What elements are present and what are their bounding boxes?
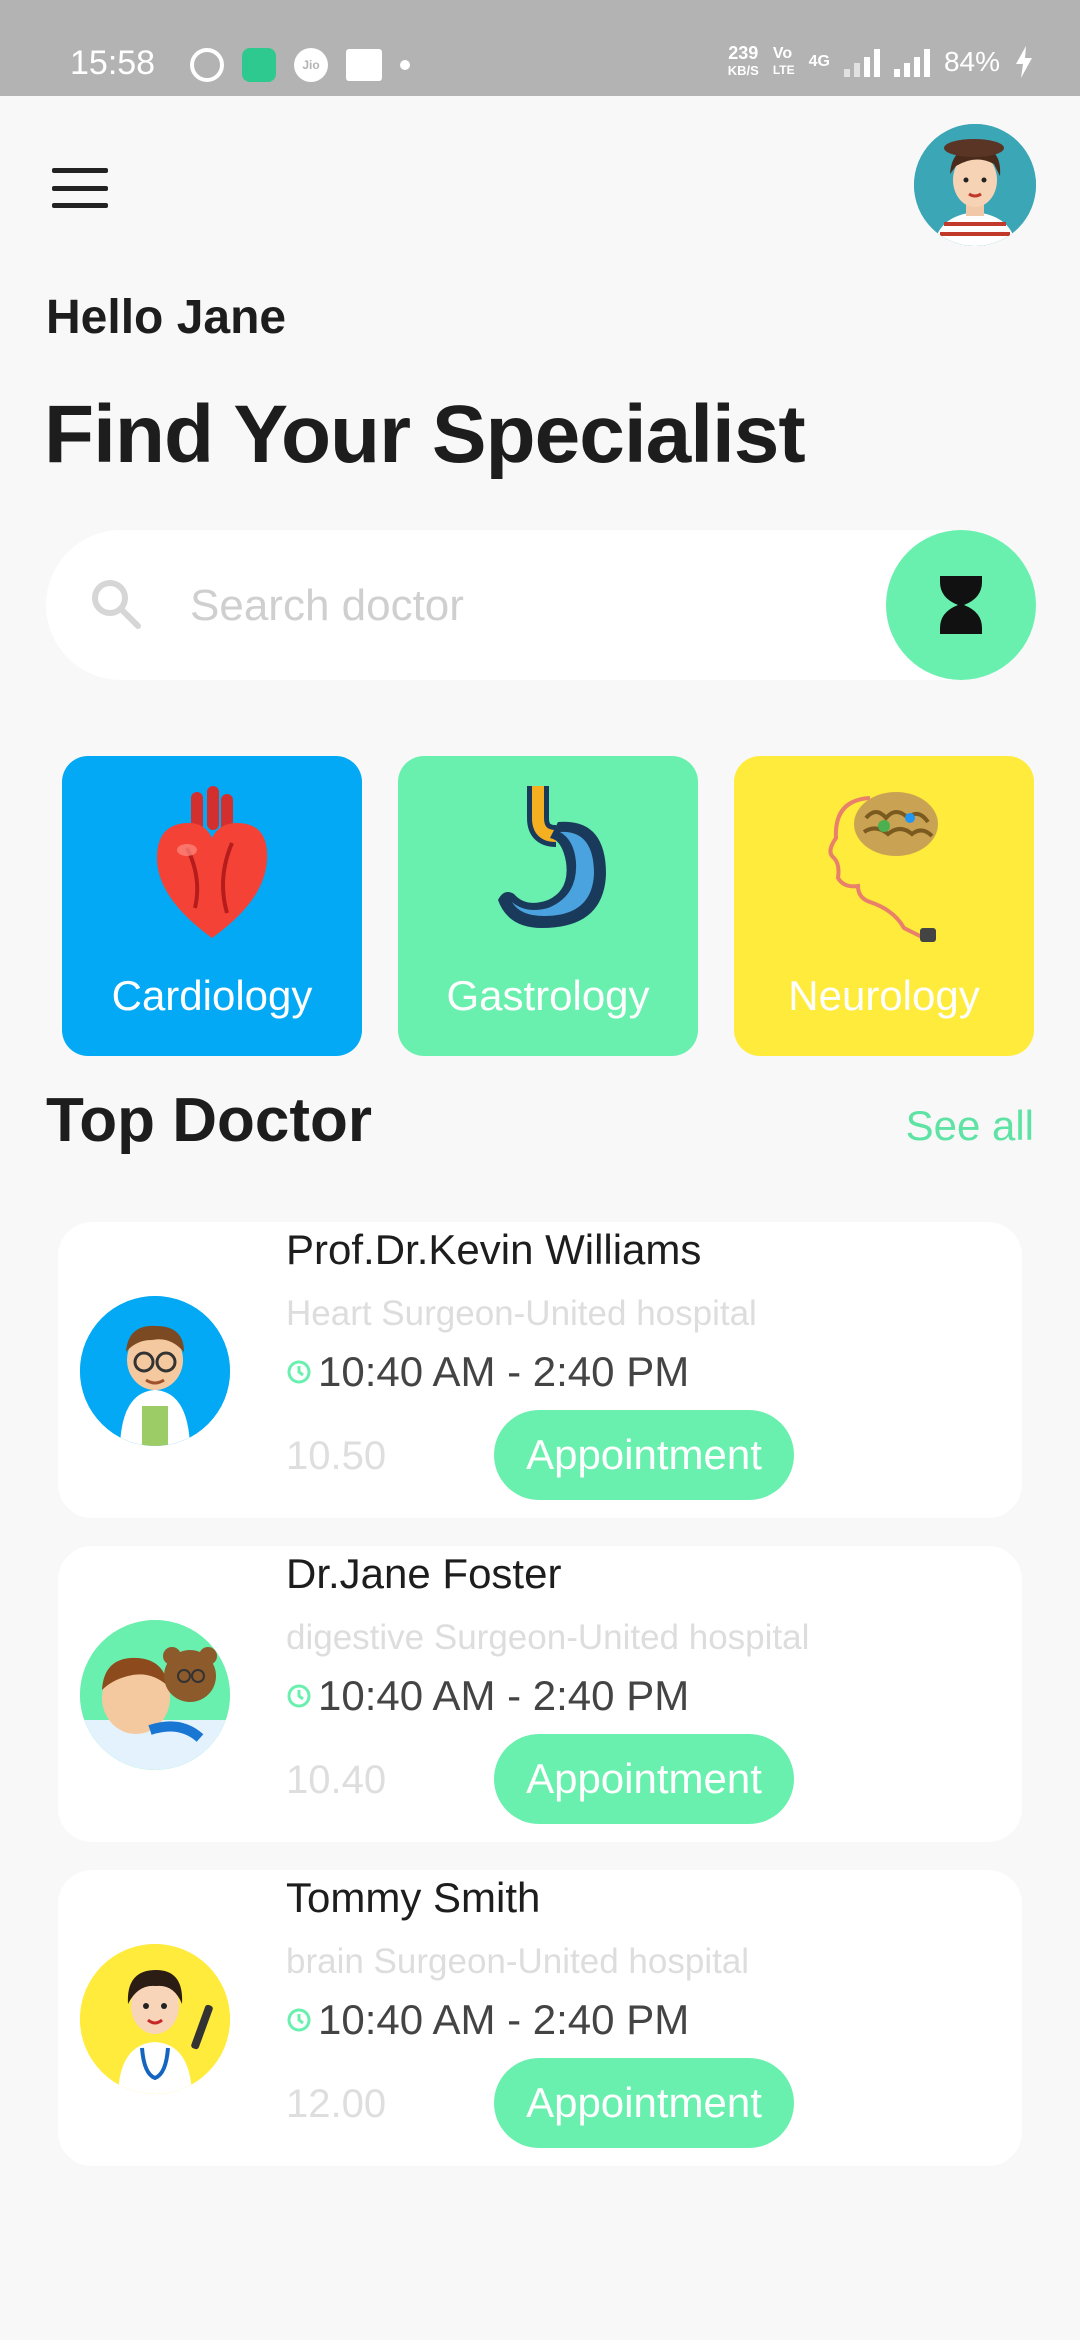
search-input[interactable]: [188, 570, 892, 642]
status-bar: 15:58 Jio 239 KB/S Vo LTE 4G 84%: [0, 0, 1080, 96]
category-neurology[interactable]: Neurology: [734, 756, 1034, 1056]
heart-icon: [157, 786, 268, 938]
hours-text: 10:40 AM - 2:40 PM: [318, 1672, 690, 1719]
appointment-button[interactable]: Appointment: [494, 2058, 794, 2148]
battery-level: 84%: [943, 46, 1000, 77]
status-time: 15:58: [70, 44, 156, 82]
doctor-specialty: digestive Surgeon-United hospital: [286, 1618, 810, 1657]
doctor-avatar: [80, 1620, 230, 1770]
appointment-button[interactable]: Appointment: [494, 1734, 794, 1824]
doctor-card[interactable]: Dr.Jane Foster digestive Surgeon-United …: [58, 1546, 1022, 1842]
network-type: 4G: [808, 53, 830, 70]
category-cardiology[interactable]: Cardiology: [62, 756, 362, 1056]
category-label: Gastrology: [446, 972, 650, 1019]
doctor-hours: 10:40 AM - 2:40 PM: [286, 1348, 689, 1396]
notification-icons: Jio: [190, 48, 410, 82]
doctor-hours: 10:40 AM - 2:40 PM: [286, 1996, 689, 2044]
hours-text: 10:40 AM - 2:40 PM: [318, 1348, 690, 1395]
whatsapp-icon: [190, 48, 224, 82]
jio-icon: Jio: [294, 48, 328, 82]
doctor-price: 12.00: [286, 2082, 387, 2126]
clock-icon: [287, 1360, 311, 1384]
signal-icon: [843, 47, 880, 77]
search-icon: [92, 580, 141, 629]
doctor-avatar: [80, 1296, 230, 1446]
doctor-price: 10.50: [286, 1434, 387, 1478]
charging-icon: [1016, 46, 1032, 78]
woman-avatar-icon: [914, 124, 1036, 246]
child-patient-icon: [80, 1620, 230, 1770]
see-all-link[interactable]: See all: [906, 1102, 1034, 1150]
doctor-avatar: [80, 1944, 230, 2094]
clock-icon: [287, 1684, 311, 1708]
stomach-icon: [498, 786, 606, 928]
hours-text: 10:40 AM - 2:40 PM: [318, 1996, 690, 2043]
doctor-specialty: Heart Surgeon-United hospital: [286, 1294, 757, 1333]
doctor-card[interactable]: Tommy Smith brain Surgeon-United hospita…: [58, 1870, 1022, 2166]
female-doctor-icon: [80, 1944, 230, 2094]
clock-icon: [287, 2008, 311, 2032]
status-indicators: 239 KB/S Vo LTE 4G 84%: [728, 44, 1034, 80]
network-speed: 239 KB/S: [727, 43, 759, 78]
doctor-specialty: brain Surgeon-United hospital: [286, 1942, 750, 1981]
greeting: Hello Jane: [46, 291, 287, 344]
page-title: Find Your Specialist: [44, 389, 806, 480]
doctor-hours: 10:40 AM - 2:40 PM: [286, 1672, 689, 1720]
doctor-name: Tommy Smith: [286, 1874, 541, 1921]
brain-icon: [828, 792, 938, 942]
category-label: Cardiology: [111, 972, 313, 1019]
signal-icon-2: [893, 47, 930, 77]
category-gastrology[interactable]: Gastrology: [398, 756, 698, 1056]
video-icon: [346, 49, 382, 81]
hourglass-icon: [940, 576, 982, 634]
doctor-name: Dr.Jane Foster: [286, 1550, 562, 1597]
appointment-button[interactable]: Appointment: [494, 1410, 794, 1500]
doctor-cartoon-icon: [80, 1296, 230, 1446]
user-avatar[interactable]: [914, 124, 1036, 246]
volte-indicator: Vo LTE: [772, 45, 795, 78]
doctor-name: Prof.Dr.Kevin Williams: [286, 1226, 702, 1273]
doctor-card[interactable]: Prof.Dr.Kevin Williams Heart Surgeon-Uni…: [58, 1222, 1022, 1518]
app-notification-icon: [242, 48, 276, 82]
category-label: Neurology: [788, 972, 980, 1019]
more-notifications-icon: [400, 60, 410, 70]
menu-icon[interactable]: [52, 168, 108, 208]
filter-button[interactable]: [886, 530, 1036, 680]
category-list: Cardiology Gastrology Neurology: [62, 756, 1034, 1056]
doctor-price: 10.40: [286, 1758, 387, 1802]
top-doctor-heading: Top Doctor: [46, 1086, 373, 1155]
